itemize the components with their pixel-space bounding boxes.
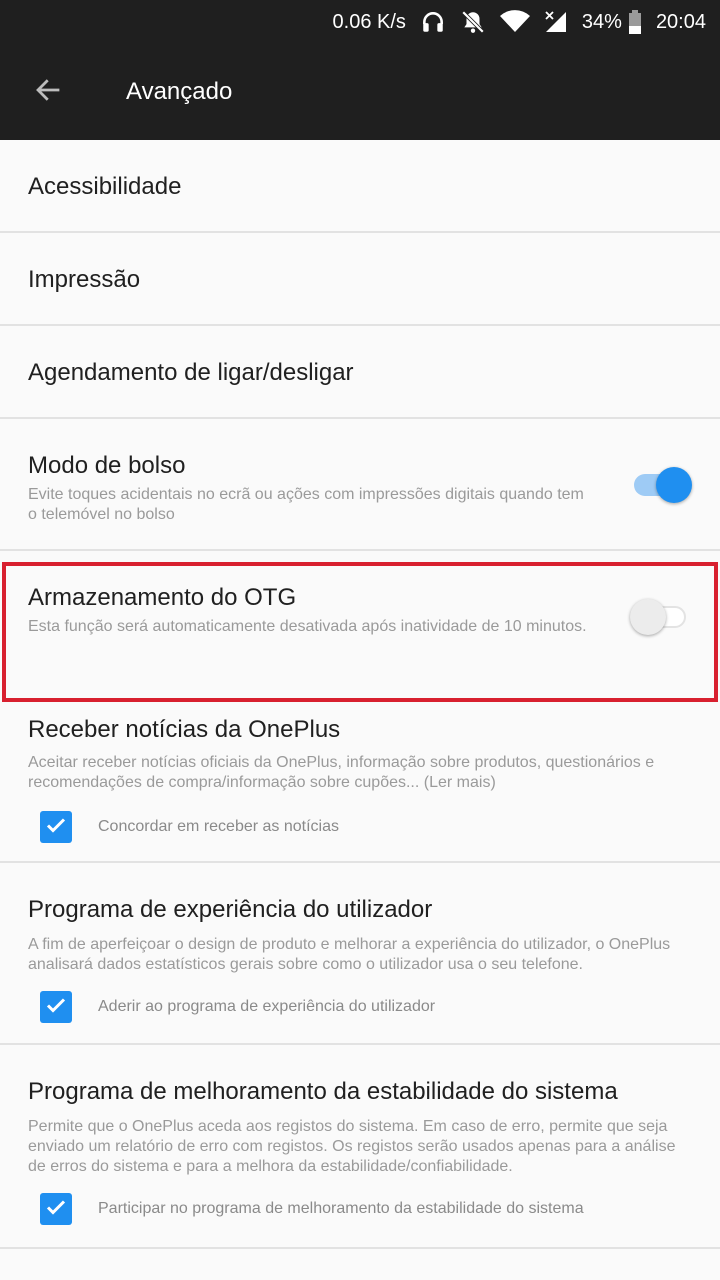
check-icon <box>44 1195 68 1224</box>
setting-scheduled-power[interactable]: Agendamento de ligar/desligar <box>0 326 720 419</box>
check-icon <box>44 813 68 842</box>
checkbox[interactable] <box>40 991 72 1023</box>
stability-checkbox-row[interactable]: Participar no programa de melhoramento d… <box>40 1193 584 1225</box>
checkbox[interactable] <box>40 811 72 843</box>
setting-title: Impressão <box>28 266 141 293</box>
setting-title: Programa de melhoramento da estabilidade… <box>28 1078 618 1105</box>
setting-subtitle: Permite que o OnePlus aceda aos registos… <box>28 1118 676 1175</box>
check-icon <box>44 993 68 1022</box>
page-title: Avançado <box>126 78 233 105</box>
headset-icon <box>420 9 446 35</box>
otg-storage-toggle[interactable] <box>630 591 686 643</box>
back-button[interactable] <box>22 66 74 118</box>
setting-title: Acessibilidade <box>28 173 182 200</box>
checkbox-label: Aderir ao programa de experiência do uti… <box>98 998 436 1015</box>
pocket-mode-toggle[interactable] <box>634 459 692 511</box>
checkbox-label: Concordar em receber as notícias <box>98 818 339 835</box>
user-experience-checkbox-row[interactable]: Aderir ao programa de experiência do uti… <box>40 991 435 1023</box>
setting-oneplus-news: Receber notícias da OnePlus Aceitar rece… <box>0 683 720 863</box>
arrow-left-icon <box>33 75 63 110</box>
setting-subtitle: Evite toques acidentais no ecrã ou ações… <box>28 486 584 523</box>
cell-signal-off-icon <box>544 9 568 35</box>
setting-title: Agendamento de ligar/desligar <box>28 359 354 386</box>
setting-accessibility[interactable]: Acessibilidade <box>0 140 720 233</box>
setting-user-experience: Programa de experiência do utilizador A … <box>0 863 720 1045</box>
battery-percent: 34% <box>581 10 622 33</box>
battery-icon <box>628 9 642 35</box>
clock: 20:04 <box>655 10 706 33</box>
app-bar: Avançado <box>0 44 720 140</box>
checkbox[interactable] <box>40 1193 72 1225</box>
bell-off-icon <box>460 9 486 35</box>
setting-title: Armazenamento do OTG <box>28 584 297 611</box>
checkbox-label: Participar no programa de melhoramento d… <box>98 1200 584 1217</box>
setting-title: Programa de experiência do utilizador <box>28 896 433 923</box>
status-bar: 0.06 K/s 34% 20:04 <box>0 0 720 44</box>
wifi-icon <box>499 9 530 35</box>
setting-printing[interactable]: Impressão <box>0 233 720 326</box>
setting-otg-storage[interactable]: Armazenamento do OTG Esta função será au… <box>0 551 720 683</box>
settings-list: Acessibilidade Impressão Agendamento de … <box>0 140 720 1249</box>
setting-subtitle: Esta função será automaticamente desativ… <box>28 618 587 635</box>
setting-system-stability: Programa de melhoramento da estabilidade… <box>0 1045 720 1249</box>
oneplus-news-checkbox-row[interactable]: Concordar em receber as notícias <box>40 811 339 843</box>
setting-pocket-mode[interactable]: Modo de bolso Evite toques acidentais no… <box>0 419 720 551</box>
setting-title: Receber notícias da OnePlus <box>28 716 341 743</box>
setting-subtitle: Aceitar receber notícias oficiais da One… <box>28 754 655 791</box>
network-speed: 0.06 K/s <box>332 10 406 33</box>
setting-subtitle: A fim de aperfeiçoar o design de produto… <box>28 936 671 973</box>
setting-title: Modo de bolso <box>28 452 186 479</box>
